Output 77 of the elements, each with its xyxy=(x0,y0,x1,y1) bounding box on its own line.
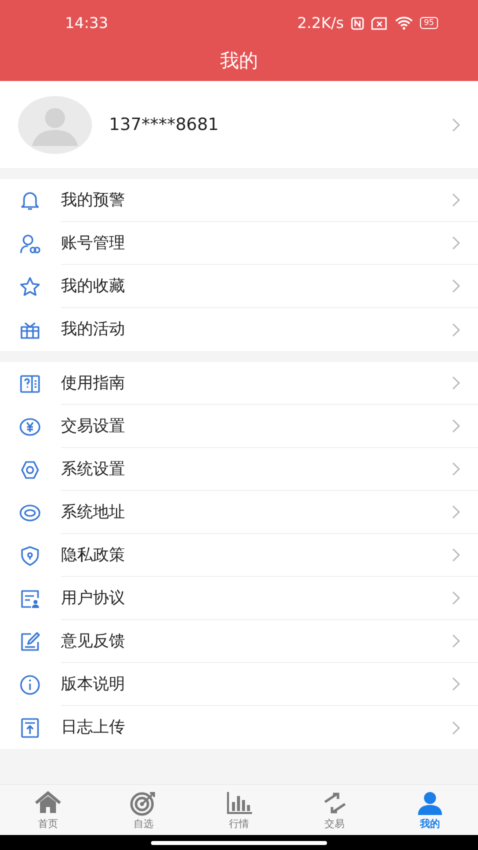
chevron-icon xyxy=(452,462,460,476)
network-speed: 2.2K/s xyxy=(297,14,344,32)
document-user-icon xyxy=(19,588,41,610)
menu-label: 系统地址 xyxy=(61,502,125,522)
menu-label: 系统设置 xyxy=(61,458,125,480)
menu-item[interactable]: 我的收藏 xyxy=(0,265,478,308)
phone-number: 137****8681 xyxy=(109,114,220,134)
status-time: 14:33 xyxy=(65,14,108,32)
menu-item[interactable]: 使用指南 xyxy=(0,362,478,405)
chevron-icon xyxy=(452,720,460,734)
settings-icon xyxy=(19,458,41,480)
tab-label: 我的 xyxy=(420,818,440,830)
chevron-icon xyxy=(452,236,460,250)
tab[interactable]: 行情 xyxy=(191,785,287,835)
menu-item[interactable]: 意见反馈 xyxy=(0,620,478,663)
menu-label: 用户协议 xyxy=(61,588,125,608)
bell-icon xyxy=(19,190,41,212)
menu-item[interactable]: 我的活动 xyxy=(0,308,478,351)
menu-label: 我的预警 xyxy=(61,190,125,210)
tab[interactable]: 自选 xyxy=(96,785,192,835)
menu-label: 意见反馈 xyxy=(61,630,125,652)
tab-label: 行情 xyxy=(228,818,249,830)
chevron-icon xyxy=(452,118,460,132)
shield-icon xyxy=(19,544,41,566)
star-icon xyxy=(19,276,41,298)
menu-label: 版本说明 xyxy=(61,674,125,694)
menu-label: 交易设置 xyxy=(61,416,125,436)
tab[interactable]: 首页 xyxy=(0,785,96,835)
chevron-icon xyxy=(452,634,460,648)
sim-off-icon xyxy=(370,16,388,30)
menu-item[interactable]: 版本说明 xyxy=(0,663,478,706)
edit-icon xyxy=(19,630,41,652)
tab[interactable]: 交易 xyxy=(286,785,382,835)
profile-row[interactable]: 137****8681 xyxy=(0,81,478,168)
tab[interactable]: 我的 xyxy=(382,785,478,835)
menu-label: 账号管理 xyxy=(61,232,125,254)
chevron-icon xyxy=(452,591,460,605)
menu-item[interactable]: 账号管理 xyxy=(0,222,478,265)
menu-label: 使用指南 xyxy=(61,372,125,394)
chevron-icon xyxy=(452,505,460,519)
chevron-icon xyxy=(452,419,460,433)
home-icon xyxy=(34,790,62,816)
menu-item[interactable]: 用户协议 xyxy=(0,577,478,620)
tab-label: 交易 xyxy=(324,818,345,830)
yen-icon xyxy=(19,416,41,438)
user-icon xyxy=(416,790,444,816)
upload-log-icon xyxy=(19,716,41,738)
nfc-icon xyxy=(350,16,364,30)
menu-item[interactable]: 隐私政策 xyxy=(0,534,478,577)
bar-chart-icon xyxy=(224,790,253,816)
battery-level: 95 xyxy=(420,17,438,29)
menu-label: 日志上传 xyxy=(61,717,125,738)
target-icon xyxy=(129,790,158,816)
menu-label: 我的活动 xyxy=(61,319,125,340)
eye-icon xyxy=(19,502,41,524)
home-indicator[interactable] xyxy=(151,840,327,844)
tab-label: 自选 xyxy=(133,818,154,830)
menu-item[interactable]: 我的预警 xyxy=(0,179,478,222)
chevron-icon xyxy=(452,322,460,336)
menu-item[interactable]: 系统地址 xyxy=(0,491,478,534)
info-icon xyxy=(19,674,41,696)
avatar-icon xyxy=(18,96,92,154)
chevron-icon xyxy=(452,376,460,390)
help-guide-icon xyxy=(19,372,41,394)
menu-label: 隐私政策 xyxy=(61,544,125,566)
chevron-icon xyxy=(452,193,460,207)
page-title: 我的 xyxy=(219,48,259,74)
tab-label: 首页 xyxy=(38,818,58,830)
menu-item[interactable]: 日志上传 xyxy=(0,706,478,749)
menu-item[interactable]: 系统设置 xyxy=(0,448,478,491)
menu-label: 我的收藏 xyxy=(61,276,125,296)
menu-item[interactable]: 交易设置 xyxy=(0,405,478,448)
wifi-icon xyxy=(394,16,413,30)
chevron-icon xyxy=(452,279,460,293)
chevron-icon xyxy=(452,677,460,691)
user-link-icon xyxy=(19,232,41,254)
chevron-icon xyxy=(452,548,460,562)
